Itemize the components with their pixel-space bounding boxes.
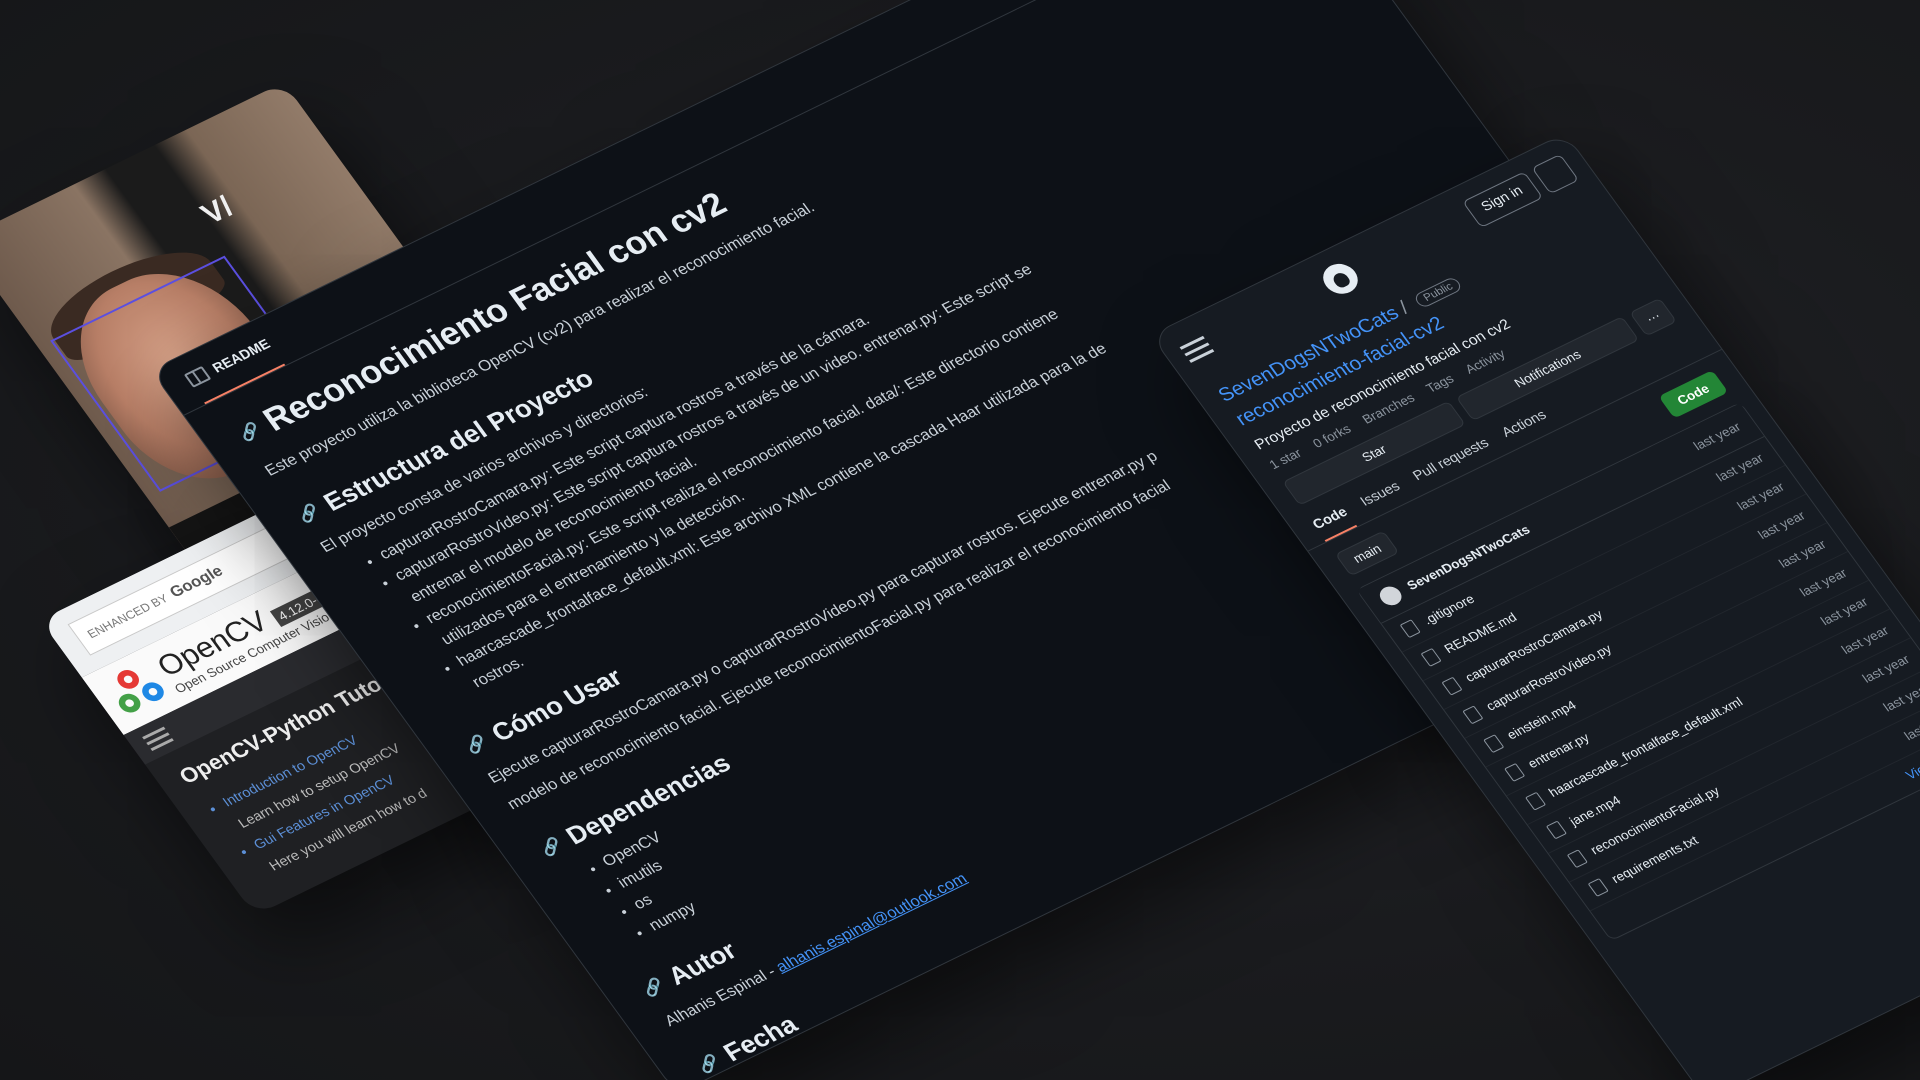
commit-time: last year [1690,419,1744,454]
opencv-logo-icon [102,661,171,719]
github-logo-icon[interactable] [1316,258,1365,300]
anchor-link-icon[interactable]: 🔗 [638,975,668,1000]
file-icon [1462,705,1484,725]
readme-tab-label: README [208,335,274,376]
file-icon [1524,791,1547,811]
watermark-logo: V/ [195,190,241,231]
anchor-link-icon[interactable]: 🔗 [536,834,566,859]
book-icon [183,365,212,388]
anchor-link-icon[interactable]: 🔗 [235,419,265,444]
file-icon [1399,618,1421,638]
hamburger-icon[interactable] [1184,342,1210,356]
visibility-badge: Public [1412,275,1464,309]
anchor-link-icon[interactable]: 🔗 [294,501,324,526]
stage: V/ ENHANCED BY Google OpenCV 4.12.0-de O… [0,0,1920,1080]
code-button[interactable]: Code [1657,369,1729,419]
hamburger-icon [145,731,170,745]
file-icon [1503,762,1526,782]
file-icon [1441,676,1463,696]
sign-in-button[interactable]: Sign in [1462,171,1544,228]
file-icon [1545,820,1567,840]
branch-selector[interactable]: main [1334,530,1400,577]
file-icon [1587,877,1609,897]
file-icon [1420,647,1442,667]
anchor-link-icon[interactable]: 🔗 [694,1051,724,1076]
anchor-link-icon[interactable]: 🔗 [462,732,492,757]
file-icon [1482,734,1505,753]
heading-text: Fecha [717,1009,803,1067]
search-brand: Google [166,562,227,602]
avatar[interactable] [1375,583,1406,609]
file-icon [1566,849,1588,868]
command-menu-button[interactable] [1531,153,1580,195]
search-prefix: ENHANCED BY [84,591,171,641]
